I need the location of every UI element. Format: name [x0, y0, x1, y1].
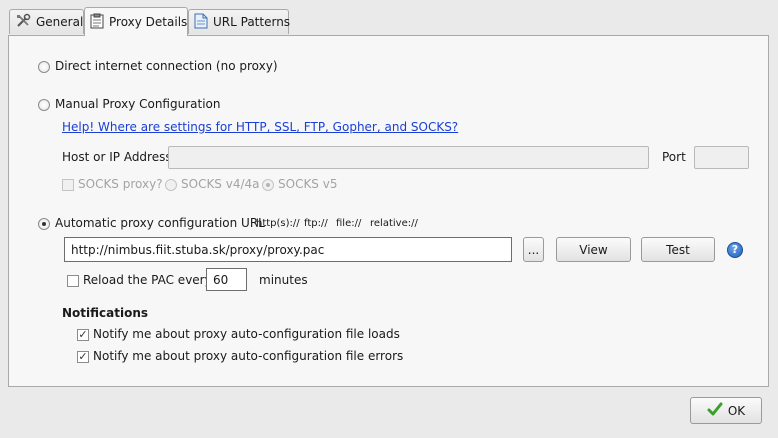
tab-proxy-details[interactable]: Proxy Details: [84, 7, 188, 36]
tab-url-patterns-label: URL Patterns: [213, 15, 291, 29]
socks-v5-radio[interactable]: [262, 179, 274, 191]
help-icon[interactable]: ?: [727, 242, 743, 258]
hint-ftp: ftp://: [304, 218, 328, 229]
test-button[interactable]: Test: [641, 237, 715, 262]
reload-interval-input[interactable]: [206, 268, 247, 291]
hint-file: file://: [336, 218, 362, 229]
tab-general-label: General: [36, 15, 84, 29]
document-icon: [194, 13, 208, 32]
ok-button[interactable]: OK: [690, 397, 762, 424]
hint-http: http(s)://: [256, 218, 300, 229]
ok-label: OK: [727, 403, 746, 418]
direct-connection-label[interactable]: Direct internet connection (no proxy): [55, 59, 278, 73]
hint-relative: relative://: [370, 218, 418, 229]
manual-proxy-label[interactable]: Manual Proxy Configuration: [55, 97, 221, 111]
notifications-heading: Notifications: [62, 306, 149, 320]
socks-v4-label: SOCKS v4/4a: [181, 177, 260, 191]
host-label: Host or IP Address: [62, 150, 172, 164]
socks-proxy-label: SOCKS proxy?: [78, 177, 163, 191]
reload-pac-label[interactable]: Reload the PAC every: [83, 273, 212, 287]
host-field[interactable]: [168, 146, 649, 169]
tab-proxy-details-label: Proxy Details: [109, 15, 188, 29]
browse-button[interactable]: ...: [523, 237, 544, 262]
auto-proxy-radio[interactable]: [38, 218, 50, 230]
clipboard-icon: [90, 13, 104, 32]
notify-loads-checkbox[interactable]: ✓: [77, 329, 89, 341]
tools-icon: [15, 13, 31, 32]
view-button[interactable]: View: [556, 237, 631, 262]
reload-pac-checkbox[interactable]: [67, 275, 79, 287]
pac-url-input[interactable]: [64, 237, 512, 262]
tab-url-patterns[interactable]: URL Patterns: [188, 9, 291, 34]
port-label: Port: [662, 150, 686, 164]
direct-connection-radio[interactable]: [38, 61, 50, 73]
port-field[interactable]: [694, 146, 749, 169]
auto-proxy-label[interactable]: Automatic proxy configuration URL: [55, 216, 265, 230]
minutes-label: minutes: [259, 273, 308, 287]
manual-proxy-radio[interactable]: [38, 99, 50, 111]
notify-errors-checkbox[interactable]: ✓: [77, 351, 89, 363]
checkmark-icon: [707, 401, 723, 420]
tab-general[interactable]: General: [9, 9, 84, 34]
socks-v4-radio[interactable]: [165, 179, 177, 191]
settings-help-link[interactable]: Help! Where are settings for HTTP, SSL, …: [62, 120, 458, 134]
socks-v5-label: SOCKS v5: [278, 177, 338, 191]
notify-loads-label[interactable]: Notify me about proxy auto-configuration…: [93, 327, 400, 341]
socks-proxy-checkbox[interactable]: [62, 179, 74, 191]
notify-errors-label[interactable]: Notify me about proxy auto-configuration…: [93, 349, 403, 363]
